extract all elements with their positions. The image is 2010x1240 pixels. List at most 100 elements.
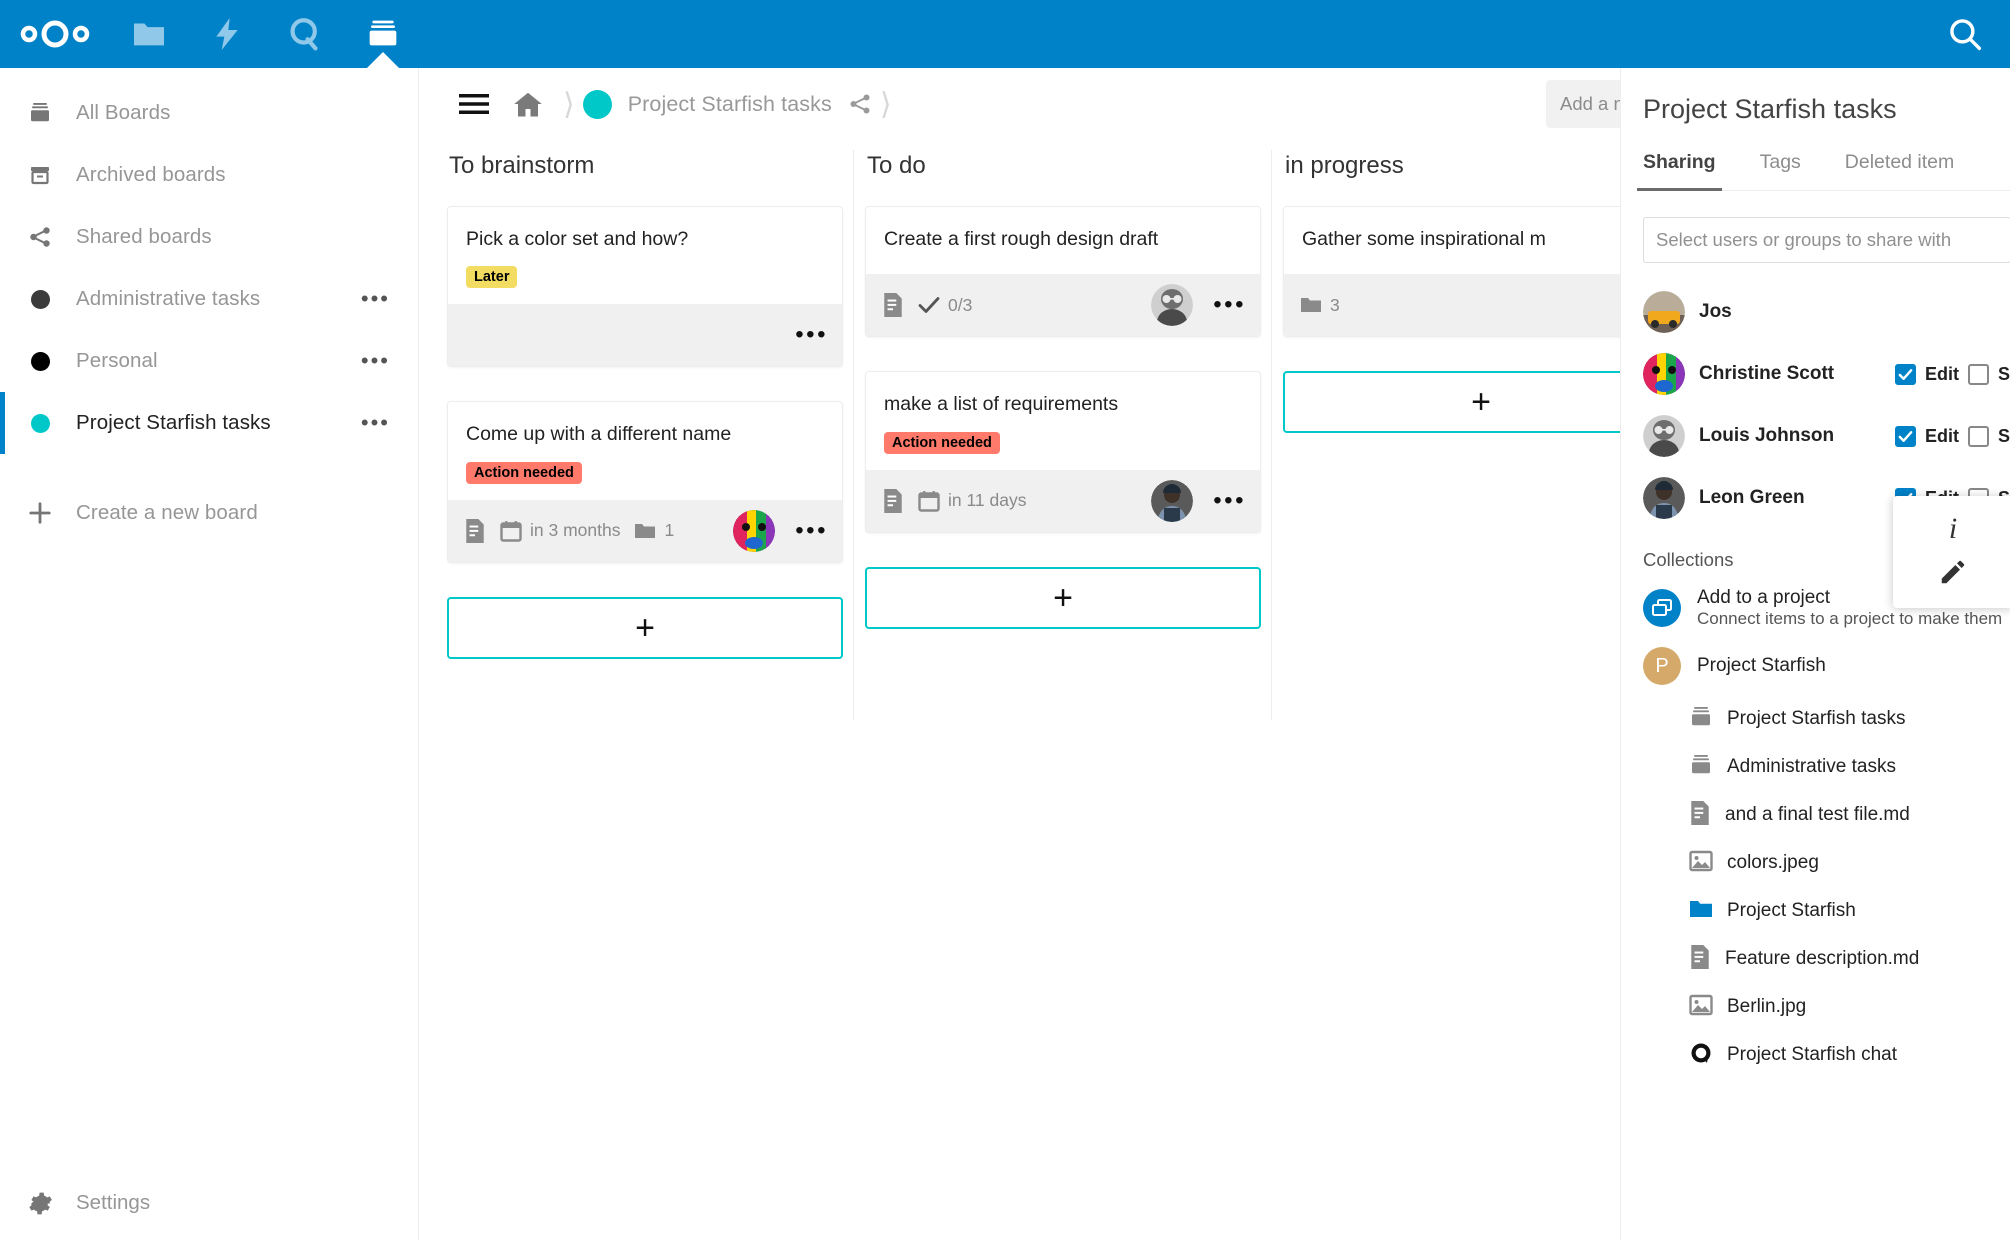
card-body: Pick a color set and how? Later bbox=[448, 207, 842, 304]
avatar[interactable] bbox=[1151, 284, 1194, 327]
project-item[interactable]: Feature description.md bbox=[1643, 935, 2010, 983]
project-name: Project Starfish bbox=[1697, 655, 1826, 676]
permission-share-checkbox[interactable] bbox=[1967, 363, 1989, 385]
deck-icon bbox=[18, 101, 62, 125]
share-user-name: Leon Green bbox=[1699, 487, 1805, 508]
deck-icon bbox=[1689, 753, 1713, 782]
plus-icon: + bbox=[1471, 383, 1491, 422]
board-actions-menu[interactable]: ••• bbox=[361, 350, 390, 372]
tab-deleted-items[interactable]: Deleted item bbox=[1845, 141, 1954, 190]
card-actions-menu[interactable]: ••• bbox=[1207, 488, 1246, 513]
nextcloud-deck-app: All Boards Archived boards Shared boards… bbox=[0, 0, 2010, 1240]
avatar bbox=[1643, 477, 1685, 519]
project-item-label: Berlin.jpg bbox=[1727, 996, 1807, 1017]
permission-share-label: S bbox=[1997, 425, 2010, 446]
due-date-label: in 3 months bbox=[530, 520, 621, 541]
search-icon[interactable] bbox=[1920, 0, 2010, 68]
card[interactable]: Come up with a different name Action nee… bbox=[447, 401, 843, 563]
permission-edit-checkbox[interactable] bbox=[1894, 363, 1916, 385]
folder-icon bbox=[1689, 898, 1713, 925]
card-body: Create a first rough design draft bbox=[866, 207, 1260, 274]
project-add-icon bbox=[1643, 589, 1681, 627]
tab-tags[interactable]: Tags bbox=[1760, 141, 1801, 190]
activity-icon[interactable] bbox=[188, 0, 266, 68]
sidebar-item-label: Personal bbox=[76, 349, 158, 372]
label-chip: Action needed bbox=[884, 431, 1000, 454]
share-search-field[interactable] bbox=[1643, 217, 2010, 263]
card-actions-menu[interactable]: ••• bbox=[789, 518, 828, 543]
card-actions-menu[interactable]: ••• bbox=[789, 323, 828, 347]
project-item[interactable]: Project Starfish bbox=[1643, 887, 2010, 935]
nextcloud-logo[interactable] bbox=[0, 19, 110, 49]
tab-sharing[interactable]: Sharing bbox=[1637, 141, 1722, 191]
share-row[interactable]: Christine Scott Edit S bbox=[1643, 343, 2010, 405]
settings-label: Settings bbox=[76, 1191, 151, 1214]
task-progress-label: 0/3 bbox=[948, 294, 973, 315]
stack-title[interactable]: To brainstorm bbox=[447, 140, 843, 206]
task-progress: 0/3 bbox=[918, 295, 972, 316]
breadcrumb-separator: ⟩ bbox=[563, 87, 575, 121]
breadcrumb-board-title[interactable]: Project Starfish tasks bbox=[628, 92, 832, 117]
avatar bbox=[1643, 415, 1685, 457]
board-actions-menu[interactable]: ••• bbox=[361, 288, 390, 310]
share-permissions: Edit S bbox=[1894, 425, 2010, 447]
image-icon bbox=[1689, 850, 1713, 877]
edit-pencil-icon[interactable] bbox=[1938, 557, 1968, 592]
card[interactable]: Pick a color set and how? Later ••• bbox=[447, 206, 843, 368]
permission-edit-checkbox[interactable] bbox=[1894, 425, 1916, 447]
share-row[interactable]: Louis Johnson Edit S bbox=[1643, 405, 2010, 467]
sidebar-item-label: Archived boards bbox=[76, 163, 226, 186]
share-user-name: Louis Johnson bbox=[1699, 425, 1835, 446]
breadcrumb-separator: ⟩ bbox=[879, 87, 892, 121]
sidebar-item-archived-boards[interactable]: Archived boards bbox=[0, 144, 418, 206]
files-icon[interactable] bbox=[110, 0, 188, 68]
sidebar-item-shared-boards[interactable]: Shared boards bbox=[0, 206, 418, 268]
permission-edit-label: Edit bbox=[1924, 425, 1959, 446]
sidebar-item-all-boards[interactable]: All Boards bbox=[0, 82, 418, 144]
toggle-sidebar-icon[interactable] bbox=[447, 77, 501, 131]
avatar[interactable] bbox=[733, 509, 776, 552]
info-icon[interactable]: i bbox=[1949, 512, 1957, 546]
project-item-label: and a final test file.md bbox=[1725, 804, 1910, 825]
project-item[interactable]: Administrative tasks bbox=[1643, 743, 2010, 791]
sidebar-item-label: Shared boards bbox=[76, 225, 212, 248]
share-icon[interactable] bbox=[848, 92, 872, 116]
card-title: Pick a color set and how? bbox=[466, 228, 689, 250]
board-details-sidebar: Project Starfish tasks Sharing Tags Dele… bbox=[1620, 68, 2010, 1240]
share-user-name: Jos bbox=[1699, 301, 1732, 322]
add-card-button[interactable]: + bbox=[447, 596, 843, 659]
create-new-board-button[interactable]: Create a new board bbox=[0, 482, 418, 544]
card-actions-menu[interactable]: ••• bbox=[1207, 293, 1246, 317]
project-item[interactable]: Project Starfish chat bbox=[1643, 1031, 2010, 1079]
search-app-icon[interactable] bbox=[266, 0, 344, 68]
archive-icon bbox=[18, 163, 62, 187]
add-card-button[interactable]: + bbox=[865, 566, 1261, 629]
card-body: Gather some inspirational m bbox=[1284, 207, 1678, 274]
project-item[interactable]: and a final test file.md bbox=[1643, 791, 2010, 839]
card-title: Gather some inspirational m bbox=[1302, 228, 1546, 250]
project-header[interactable]: P Project Starfish bbox=[1643, 637, 2010, 695]
sidebar-item-project-starfish-tasks[interactable]: Project Starfish tasks ••• bbox=[0, 392, 418, 454]
avatar[interactable] bbox=[1151, 479, 1194, 522]
share-row[interactable]: Jos bbox=[1643, 281, 2010, 343]
deck-icon[interactable] bbox=[344, 0, 422, 68]
project-item[interactable]: Berlin.jpg bbox=[1643, 983, 2010, 1031]
sidebar-item-personal[interactable]: Personal ••• bbox=[0, 330, 418, 392]
share-search-input[interactable] bbox=[1656, 229, 1998, 251]
board-actions-menu[interactable]: ••• bbox=[361, 412, 390, 434]
sidebar-settings-button[interactable]: Settings bbox=[0, 1166, 419, 1240]
card[interactable]: make a list of requirements Action neede… bbox=[865, 371, 1261, 533]
project-item[interactable]: colors.jpeg bbox=[1643, 839, 2010, 887]
card[interactable]: Create a first rough design draft 0/3 ••… bbox=[865, 206, 1261, 338]
stack-to-do: To do Create a first rough design draft bbox=[853, 140, 1283, 1240]
create-new-board-label: Create a new board bbox=[76, 501, 258, 524]
description-icon bbox=[882, 488, 904, 513]
board-navigation-list: All Boards Archived boards Shared boards… bbox=[0, 68, 418, 544]
home-icon[interactable] bbox=[501, 77, 555, 131]
image-icon bbox=[1689, 994, 1713, 1021]
permission-share-checkbox[interactable] bbox=[1967, 425, 1989, 447]
left-sidebar: All Boards Archived boards Shared boards… bbox=[0, 68, 419, 1240]
project-item[interactable]: Project Starfish tasks bbox=[1643, 695, 2010, 743]
sidebar-item-administrative-tasks[interactable]: Administrative tasks ••• bbox=[0, 268, 418, 330]
stack-title[interactable]: To do bbox=[865, 140, 1261, 206]
